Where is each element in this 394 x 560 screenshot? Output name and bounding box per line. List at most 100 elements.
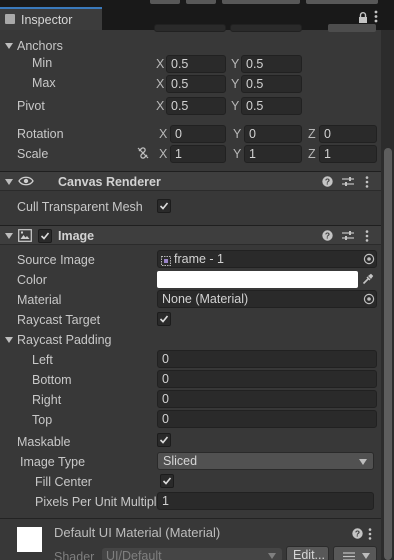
help-icon[interactable]: ? (322, 176, 333, 190)
raycast-target-label: Raycast Target (17, 313, 101, 327)
padding-right-label: Right (32, 393, 62, 407)
shader-options-button[interactable] (333, 546, 377, 560)
component-menu-icon[interactable] (368, 528, 372, 543)
image-title: Image (58, 229, 95, 243)
canvas-renderer-header[interactable]: Canvas Renderer ? (0, 171, 381, 191)
rect-edit-button-partial[interactable] (328, 24, 376, 32)
image-type-label: Image Type (20, 455, 86, 469)
rotation-y-field[interactable]: 0 (244, 125, 302, 143)
presets-icon[interactable] (342, 230, 354, 244)
vertical-scrollbar-thumb[interactable] (384, 148, 392, 560)
pivot-y-axis: Y (231, 99, 240, 113)
rect-size-field-partial-2[interactable] (230, 24, 302, 32)
sprite-icon (161, 254, 171, 267)
image-foldout-arrow[interactable] (5, 233, 13, 239)
image-header[interactable]: Image ? (0, 225, 381, 245)
padding-bottom-label: Bottom (32, 373, 72, 387)
cull-transparent-mesh-label: Cull Transparent Mesh (17, 200, 143, 214)
anchor-min-y-axis: Y (231, 57, 240, 71)
raycast-target-checkbox[interactable] (157, 312, 171, 326)
material-value: None (Material) (162, 292, 249, 306)
material-separator (0, 518, 381, 519)
color-label: Color (17, 273, 47, 287)
help-icon[interactable]: ? (352, 528, 363, 542)
maskable-checkbox[interactable] (157, 433, 171, 447)
image-type-value: Sliced (163, 454, 198, 468)
tab-inspector-label: Inspector (21, 13, 73, 27)
svg-text:?: ? (355, 529, 360, 539)
source-image-field[interactable]: frame - 1 (157, 250, 377, 268)
component-menu-icon[interactable] (365, 176, 369, 191)
pixels-per-unit-field[interactable]: 1 (157, 492, 374, 510)
anchor-max-x-field[interactable]: 0.5 (166, 75, 226, 93)
fill-center-label: Fill Center (35, 475, 92, 489)
shader-dropdown[interactable]: UI/Default (102, 548, 282, 560)
fill-center-checkbox[interactable] (160, 474, 174, 488)
anchor-max-label: Max (32, 76, 56, 90)
eyedropper-icon[interactable] (362, 273, 374, 288)
pivot-x-field[interactable]: 0.5 (166, 97, 226, 115)
rotation-z-axis: Z (308, 127, 316, 141)
toolbar-button-1[interactable] (150, 0, 180, 4)
padding-left-field[interactable]: 0 (157, 350, 377, 368)
scale-y-field[interactable]: 1 (244, 145, 302, 163)
canvas-renderer-foldout-arrow[interactable] (5, 179, 13, 185)
toolbar-button-3[interactable] (222, 0, 300, 4)
shader-edit-button[interactable]: Edit... (286, 546, 329, 560)
scale-y-axis: Y (233, 147, 242, 161)
material-preview-thumbnail (17, 527, 42, 552)
shader-edit-label: Edit... (293, 548, 325, 560)
component-menu-icon[interactable] (365, 230, 369, 245)
rotation-label: Rotation (17, 127, 64, 141)
scale-x-field[interactable]: 1 (170, 145, 226, 163)
color-swatch[interactable] (157, 271, 358, 288)
scale-z-field[interactable]: 1 (319, 145, 377, 163)
image-enabled-checkbox[interactable] (38, 229, 52, 243)
anchors-foldout-arrow[interactable] (5, 43, 13, 49)
object-picker-icon[interactable] (363, 253, 375, 267)
shader-value: UI/Default (106, 549, 162, 560)
rotation-y-axis: Y (233, 127, 242, 141)
material-field[interactable]: None (Material) (157, 290, 377, 308)
padding-top-label: Top (32, 413, 53, 427)
svg-text:?: ? (325, 231, 330, 241)
anchor-max-x-axis: X (156, 77, 165, 91)
material-label: Material (17, 293, 62, 307)
pixels-per-unit-label: Pixels Per Unit Multipl (35, 495, 157, 509)
cull-transparent-mesh-checkbox[interactable] (157, 199, 171, 213)
pivot-y-field[interactable]: 0.5 (241, 97, 302, 115)
eye-icon (18, 175, 34, 190)
rotation-x-field[interactable]: 0 (170, 125, 226, 143)
material-preview-title: Default UI Material (Material) (54, 525, 221, 540)
chevron-down-icon (362, 553, 370, 559)
image-component-icon (18, 229, 32, 245)
padding-top-field[interactable]: 0 (157, 410, 377, 428)
scale-x-axis: X (159, 147, 168, 161)
toolbar-button-4[interactable] (306, 0, 378, 4)
rotation-x-axis: X (159, 127, 168, 141)
presets-icon[interactable] (342, 176, 354, 190)
padding-right-field[interactable]: 0 (157, 390, 377, 408)
tab-inspector[interactable]: Inspector (0, 7, 102, 30)
help-icon[interactable]: ? (322, 230, 333, 244)
padding-bottom-field[interactable]: 0 (157, 370, 377, 388)
shader-label: Shader (54, 550, 95, 560)
anchor-max-y-axis: Y (231, 77, 240, 91)
object-picker-icon[interactable] (363, 293, 375, 307)
anchor-min-x-field[interactable]: 0.5 (166, 55, 226, 73)
anchor-max-y-field[interactable]: 0.5 (241, 75, 302, 93)
raycast-padding-label: Raycast Padding (17, 333, 112, 347)
constrain-proportions-icon[interactable] (136, 146, 150, 163)
svg-text:?: ? (325, 177, 330, 187)
rotation-z-field[interactable]: 0 (319, 125, 377, 143)
anchor-min-y-field[interactable]: 0.5 (241, 55, 302, 73)
anchor-min-label: Min (32, 56, 53, 70)
scale-label: Scale (17, 147, 49, 161)
toolbar-button-2[interactable] (186, 0, 216, 4)
raycast-padding-foldout-arrow[interactable] (5, 337, 13, 343)
pivot-x-axis: X (156, 99, 165, 113)
source-image-label: Source Image (17, 253, 95, 267)
anchor-min-x-axis: X (156, 57, 165, 71)
image-type-dropdown[interactable]: Sliced (157, 452, 374, 470)
rect-size-field-partial[interactable] (154, 24, 226, 32)
